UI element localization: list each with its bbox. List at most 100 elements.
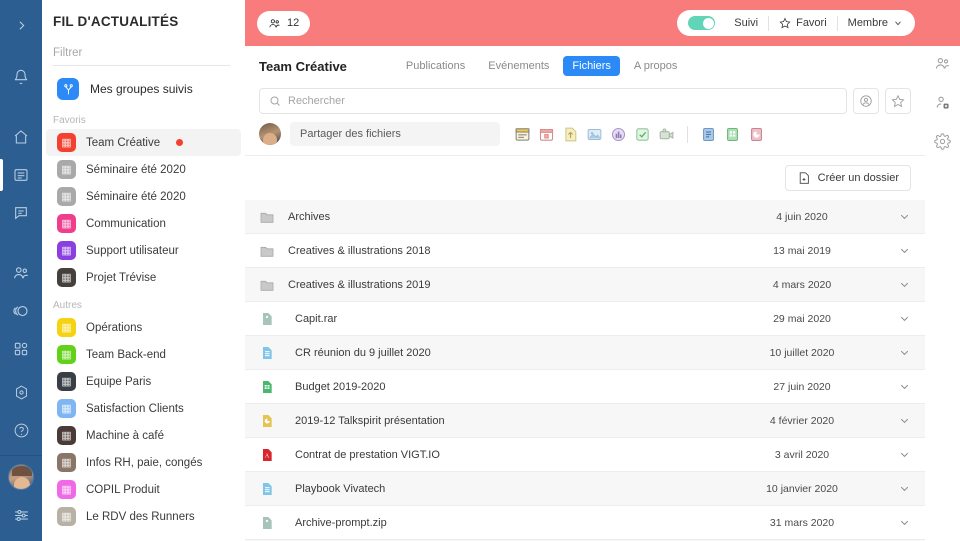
svg-text:A: A <box>265 453 270 459</box>
search-box[interactable] <box>259 88 847 114</box>
row-menu-chevron-down-icon[interactable] <box>877 380 911 393</box>
sidebar-item-group[interactable]: ▦ Séminaire été 2020 <box>46 156 241 183</box>
group-avatar-icon: ▦ <box>57 214 76 233</box>
sidebar-section-label: Autres <box>53 300 82 311</box>
file-upload-icon[interactable] <box>561 125 580 144</box>
table-row[interactable]: CR réunion du 9 juillet 2020 10 juillet 2… <box>245 336 925 370</box>
file-name: Creatives & illustrations 2019 <box>288 278 431 291</box>
newsfeed-icon[interactable] <box>0 156 42 194</box>
create-folder-button[interactable]: Créer un dossier <box>784 165 911 191</box>
member-count-badge[interactable]: 12 <box>257 10 311 36</box>
table-row[interactable]: Archive-prompt.zip 31 mars 2020 <box>245 506 925 540</box>
expand-icon[interactable] <box>0 6 42 44</box>
user-avatar[interactable] <box>8 464 34 490</box>
tab-a-propos[interactable]: A propos <box>625 56 686 76</box>
poll-icon[interactable] <box>609 125 628 144</box>
sidebar-item-group[interactable]: ▦ Equipe Paris <box>46 368 241 395</box>
tab-publications[interactable]: Publications <box>397 56 474 76</box>
sidebar-item-group[interactable]: ▦ Team Back-end <box>46 341 241 368</box>
messages-icon[interactable] <box>0 194 42 232</box>
sidebar-item-group[interactable]: ▦ Support utilisateur <box>46 237 241 264</box>
sidebar-item-group[interactable]: ▦ Le RDV des Runners <box>46 503 241 530</box>
file-icon-cell <box>257 413 277 429</box>
table-row[interactable]: Archives 4 juin 2020 <box>245 200 925 234</box>
row-menu-chevron-down-icon[interactable] <box>877 482 911 495</box>
sidebar-item-followed-groups[interactable]: Mes groupes suivis <box>46 74 241 104</box>
row-menu-chevron-down-icon[interactable] <box>877 346 911 359</box>
star-icon <box>779 17 791 29</box>
event-icon[interactable] <box>537 125 556 144</box>
sidebar-item-group[interactable]: ▦ COPIL Produit <box>46 476 241 503</box>
gear-icon[interactable] <box>932 130 954 152</box>
file-icon-cell <box>257 345 277 361</box>
spreadsheet-icon[interactable] <box>723 125 742 144</box>
presentation-icon[interactable] <box>747 125 766 144</box>
create-folder-label: Créer un dossier <box>817 172 899 184</box>
follow-toggle[interactable] <box>688 16 716 30</box>
apps-icon[interactable] <box>0 330 42 368</box>
group-title: Team Créative <box>259 58 347 74</box>
sidebar-item-group[interactable]: ▦ Team Créative <box>46 129 241 156</box>
table-row[interactable]: Creatives & illustrations 2018 13 mai 201… <box>245 234 925 268</box>
group-avatar-icon: ▦ <box>57 426 76 445</box>
search-input[interactable] <box>288 95 837 107</box>
home-icon[interactable] <box>0 118 42 156</box>
tab-ev-nements[interactable]: Evénements <box>479 56 558 76</box>
spreadsheet-file-icon <box>263 380 272 393</box>
row-menu-chevron-down-icon[interactable] <box>877 414 911 427</box>
my-files-button[interactable] <box>853 88 879 114</box>
row-menu-chevron-down-icon[interactable] <box>877 210 911 223</box>
tab-fichiers[interactable]: Fichiers <box>563 56 620 76</box>
video-icon[interactable] <box>657 125 676 144</box>
role-dropdown[interactable]: Membre <box>838 14 913 32</box>
row-menu-chevron-down-icon[interactable] <box>877 516 911 529</box>
file-icon-cell <box>257 515 277 531</box>
sidebar-item-label: Séminaire été 2020 <box>86 190 186 203</box>
file-name: Capit.rar <box>295 312 338 325</box>
left-nav-rail <box>0 0 42 541</box>
text-document-icon[interactable] <box>699 125 718 144</box>
article-icon[interactable] <box>513 125 532 144</box>
row-menu-chevron-down-icon[interactable] <box>877 278 911 291</box>
sidebar-item-group[interactable]: ▦ Infos RH, paie, congés <box>46 449 241 476</box>
add-member-icon[interactable] <box>932 91 954 113</box>
folder-file-icon <box>260 212 274 223</box>
favorite-button[interactable]: Favori <box>769 14 837 32</box>
group-avatar-icon: ▦ <box>57 453 76 472</box>
favorite-files-button[interactable] <box>885 88 911 114</box>
notifications-icon[interactable] <box>0 58 42 96</box>
table-row[interactable]: Playbook Vivatech 10 janvier 2020 <box>245 472 925 506</box>
sidebar-item-group[interactable]: ▦ Projet Trévise <box>46 264 241 291</box>
sidebar-item-group[interactable]: ▦ Machine à café <box>46 422 241 449</box>
group-avatar-icon: ▦ <box>57 318 76 337</box>
sidebar-item-group[interactable]: ▦ Satisfaction Clients <box>46 395 241 422</box>
file-name: Archives <box>288 210 331 223</box>
row-menu-chevron-down-icon[interactable] <box>877 448 911 461</box>
table-row[interactable]: Capit.rar 29 mai 2020 <box>245 302 925 336</box>
row-menu-chevron-down-icon[interactable] <box>877 312 911 325</box>
checklist-icon[interactable] <box>633 125 652 144</box>
table-row[interactable]: 2019-12 Talkspirit présentation 4 février… <box>245 404 925 438</box>
table-row[interactable]: Creatives & illustrations 2019 4 mars 202… <box>245 268 925 302</box>
members-icon[interactable] <box>932 52 954 74</box>
row-menu-chevron-down-icon[interactable] <box>877 244 911 257</box>
search-row <box>245 88 925 114</box>
help-icon[interactable] <box>0 411 42 449</box>
contacts-icon[interactable] <box>0 254 42 292</box>
preferences-sliders-icon[interactable] <box>0 496 42 534</box>
table-row[interactable]: Budget 2019-2020 27 juin 2020 <box>245 370 925 404</box>
create-folder-row: Créer un dossier <box>245 156 925 200</box>
file-date: 13 mai 2019 <box>773 244 831 257</box>
share-files-input[interactable]: Partager des fichiers <box>290 122 500 146</box>
sidebar-item-group[interactable]: ▦ Séminaire été 2020 <box>46 183 241 210</box>
table-row[interactable]: A Contrat de prestation VIGT.IO 3 avril 20… <box>245 438 925 472</box>
image-icon[interactable] <box>585 125 604 144</box>
sidebar-item-group[interactable]: ▦ Opérations <box>46 314 241 341</box>
filter-input[interactable] <box>53 47 230 66</box>
follow-label[interactable]: Suivi <box>724 14 768 32</box>
groups-icon[interactable] <box>0 292 42 330</box>
sidebar-item-group[interactable]: ▦ Communication <box>46 210 241 237</box>
sidebar-section-label: Favoris <box>53 115 86 126</box>
settings-hex-icon[interactable] <box>0 373 42 411</box>
right-rail <box>925 0 960 541</box>
